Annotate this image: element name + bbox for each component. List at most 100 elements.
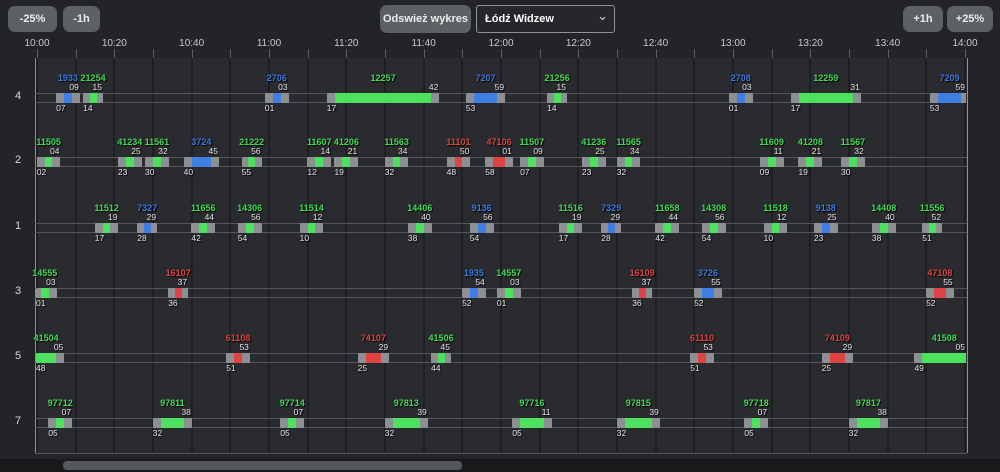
train-stop-segment[interactable] xyxy=(153,157,161,167)
train-stop-segment[interactable] xyxy=(772,223,780,233)
train-stop-segment[interactable] xyxy=(625,157,633,167)
train-stop-segment[interactable] xyxy=(64,93,72,103)
time-axis-tick xyxy=(346,49,347,58)
train-stop-segment[interactable] xyxy=(478,223,486,233)
train-stop-segment[interactable] xyxy=(663,223,671,233)
scrollbar-thumb[interactable] xyxy=(63,461,462,470)
train-stop-segment[interactable] xyxy=(273,93,281,103)
train-stop-segment[interactable] xyxy=(698,353,706,363)
train-number-label: 97714 xyxy=(262,399,322,408)
train-stop-segment[interactable] xyxy=(308,223,316,233)
train-arrival-minute: 48 xyxy=(36,364,62,373)
train-stop-segment[interactable] xyxy=(45,157,53,167)
train-arrival-minute: 25 xyxy=(822,364,848,373)
train-stop-segment[interactable] xyxy=(554,93,561,103)
train-stop-segment[interactable] xyxy=(342,157,350,167)
grid-line xyxy=(616,58,618,453)
train-arrival-minute: 54 xyxy=(238,234,264,243)
train-stop-segment[interactable] xyxy=(41,288,49,298)
train-stop-segment[interactable] xyxy=(175,288,182,298)
train-number-label: 2706 xyxy=(247,74,307,83)
train-stop-segment[interactable] xyxy=(144,223,151,233)
train-stop-segment[interactable] xyxy=(474,93,497,103)
grid-line xyxy=(925,58,927,453)
grid-line xyxy=(384,58,386,453)
train-stop-segment[interactable] xyxy=(857,418,880,428)
train-stop-segment[interactable] xyxy=(938,93,961,103)
train-stop-segment[interactable] xyxy=(567,223,575,233)
train-stop-segment[interactable] xyxy=(608,223,615,233)
track-label: 4 xyxy=(6,91,30,102)
train-stop-segment[interactable] xyxy=(315,157,323,167)
train-arrival-minute: 05 xyxy=(48,429,74,438)
train-arrival-minute: 28 xyxy=(601,234,627,243)
train-stop-segment[interactable] xyxy=(90,93,97,103)
train-stop-segment[interactable] xyxy=(393,418,420,428)
train-stop-segment[interactable] xyxy=(103,223,111,233)
time-axis-label: 11:20 xyxy=(321,39,371,49)
train-stop-segment[interactable] xyxy=(248,157,255,167)
train-stop-segment[interactable] xyxy=(929,223,936,233)
train-departure-minute: 38 xyxy=(165,408,191,417)
train-stop-segment[interactable] xyxy=(768,157,776,167)
train-number-label: 97811 xyxy=(142,399,202,408)
horizontal-scrollbar[interactable] xyxy=(0,459,1000,472)
track-label: 7 xyxy=(6,416,30,427)
train-stop-segment[interactable] xyxy=(335,93,432,103)
train-stop-segment[interactable] xyxy=(493,157,505,167)
train-stop-segment[interactable] xyxy=(56,418,64,428)
train-stop-segment[interactable] xyxy=(126,157,134,167)
train-stop-segment[interactable] xyxy=(710,223,718,233)
train-stop-segment[interactable] xyxy=(922,353,966,363)
train-stop-segment[interactable] xyxy=(528,157,536,167)
train-stop-segment[interactable] xyxy=(288,418,296,428)
train-stop-segment[interactable] xyxy=(752,418,760,428)
train-departure-minute: 07 xyxy=(741,408,767,417)
train-stop-segment[interactable] xyxy=(520,418,543,428)
train-stop-segment[interactable] xyxy=(199,223,207,233)
train-stop-segment[interactable] xyxy=(455,157,463,167)
train-stop-segment[interactable] xyxy=(934,288,946,298)
train-stop-segment[interactable] xyxy=(625,418,652,428)
grid-line xyxy=(732,58,734,453)
train-stop-segment[interactable] xyxy=(192,157,211,167)
train-departure-minute: 31 xyxy=(834,83,860,92)
train-stop-segment[interactable] xyxy=(799,93,853,103)
train-departure-minute: 03 xyxy=(494,278,520,287)
train-arrival-minute: 55 xyxy=(242,168,268,177)
time-axis-label: 12:40 xyxy=(631,39,681,49)
train-arrival-minute: 14 xyxy=(83,104,109,113)
train-stop-segment[interactable] xyxy=(702,288,714,298)
time-axis-label: 11:00 xyxy=(244,39,294,49)
train-stop-segment[interactable] xyxy=(639,288,646,298)
train-arrival-minute: 42 xyxy=(655,234,681,243)
train-stop-segment[interactable] xyxy=(246,223,254,233)
train-number-label: 14557 xyxy=(479,269,539,278)
train-stop-segment[interactable] xyxy=(590,157,598,167)
train-stop-segment[interactable] xyxy=(36,353,56,363)
train-stop-segment[interactable] xyxy=(737,93,745,103)
train-departure-minute: 55 xyxy=(695,278,721,287)
train-stop-segment[interactable] xyxy=(822,223,830,233)
train-number-label: 11565 xyxy=(599,138,659,147)
train-stop-segment[interactable] xyxy=(438,353,445,363)
train-stop-segment[interactable] xyxy=(849,157,857,167)
train-stop-segment[interactable] xyxy=(830,353,845,363)
train-departure-minute: 12 xyxy=(760,213,786,222)
time-axis-tick xyxy=(37,49,38,58)
train-stop-segment[interactable] xyxy=(366,353,381,363)
train-number-label: 11507 xyxy=(502,138,562,147)
train-stop-segment[interactable] xyxy=(880,223,888,233)
train-stop-segment[interactable] xyxy=(505,288,513,298)
chart-right-border xyxy=(967,58,968,453)
train-stop-segment[interactable] xyxy=(416,223,424,233)
train-arrival-minute: 32 xyxy=(849,429,875,438)
train-stop-segment[interactable] xyxy=(161,418,184,428)
train-stop-segment[interactable] xyxy=(393,157,401,167)
train-number-label: 12257 xyxy=(353,74,413,83)
train-stop-segment[interactable] xyxy=(234,353,242,363)
time-axis-label: 12:00 xyxy=(476,39,526,49)
train-stop-segment[interactable] xyxy=(806,157,814,167)
train-arrival-minute: 05 xyxy=(280,429,306,438)
train-stop-segment[interactable] xyxy=(470,288,478,298)
